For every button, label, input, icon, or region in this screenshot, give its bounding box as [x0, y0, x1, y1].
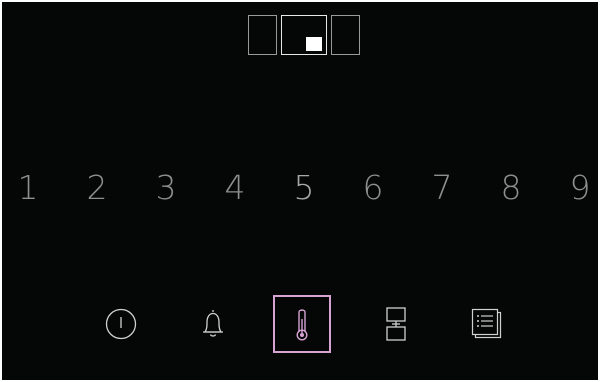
- bell-icon: [203, 310, 223, 337]
- power-level-3[interactable]: 3: [146, 162, 186, 214]
- bridge-zone-button[interactable]: [367, 295, 425, 353]
- power-level-8[interactable]: 8: [491, 162, 531, 214]
- power-level-2[interactable]: 2: [77, 162, 117, 214]
- power-level-5[interactable]: 5: [284, 162, 324, 214]
- temperature-button[interactable]: [273, 295, 331, 353]
- power-level-selector: 1 2 3 4 5 6 7 8 9: [2, 162, 598, 214]
- menu-list-icon: [471, 308, 502, 339]
- zone-selected-indicator: [306, 37, 322, 51]
- bridge-zone-icon: [386, 307, 406, 341]
- power-level-6[interactable]: 6: [353, 162, 393, 214]
- power-level-4[interactable]: 4: [215, 162, 255, 214]
- power-level-9[interactable]: 9: [560, 162, 600, 214]
- power-button[interactable]: [92, 295, 150, 353]
- zone-middle-button[interactable]: [281, 15, 327, 55]
- thermometer-icon: [296, 309, 308, 341]
- power-level-7[interactable]: 7: [422, 162, 462, 214]
- zone-left-button[interactable]: [248, 15, 277, 55]
- timer-alarm-button[interactable]: [184, 295, 242, 353]
- menu-button[interactable]: [458, 295, 516, 353]
- zone-right-button[interactable]: [331, 15, 360, 55]
- power-icon: [105, 308, 137, 340]
- cooktop-control-screen: 1 2 3 4 5 6 7 8 9: [2, 2, 598, 380]
- power-level-1[interactable]: 1: [8, 162, 48, 214]
